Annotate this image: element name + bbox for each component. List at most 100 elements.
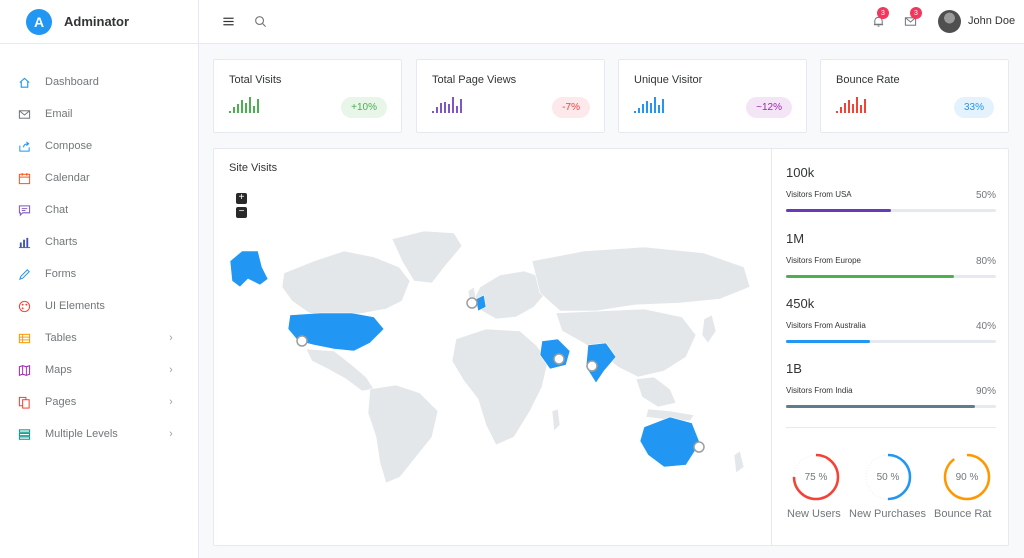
sidebar-item-email[interactable]: Email	[0, 98, 198, 130]
map-region-south-america	[367, 384, 439, 484]
sparkline-bar	[432, 111, 434, 113]
map-region-europe	[473, 270, 547, 320]
sparkline-bar	[452, 97, 454, 113]
stat-card-bounce-rate: Bounce Rate 33%	[820, 59, 1009, 133]
sidebar-item-label: Forms	[45, 268, 77, 280]
progress-fill	[786, 405, 975, 408]
sparkline-bar	[460, 99, 462, 113]
visit-value: 1B	[786, 361, 802, 376]
sidebar-item-label: Multiple Levels	[45, 428, 118, 440]
sparkline-bar	[440, 103, 442, 113]
sparkline-bar	[646, 101, 648, 113]
brand-logo-letter: A	[33, 13, 45, 30]
map-region-alaska	[229, 250, 269, 288]
sidebar-item-chat[interactable]: Chat	[0, 194, 198, 226]
sidebar-item-compose[interactable]: Compose	[0, 130, 198, 162]
progress-fill	[786, 275, 954, 278]
sparkline-bar	[864, 99, 866, 113]
sidebar-item-label: Dashboard	[45, 76, 99, 88]
sidebar-item-label: Compose	[45, 140, 93, 152]
sparkline-bar	[448, 104, 450, 113]
map-zoom-out-button[interactable]: −	[236, 207, 247, 218]
search-icon[interactable]	[252, 13, 268, 29]
avatar[interactable]	[938, 10, 961, 33]
donut-new-users: 75 %	[790, 451, 842, 503]
sidebar: A Adminator Dashboard Email Compose Cale…	[0, 0, 199, 558]
sidebar-item-forms[interactable]: Forms	[0, 258, 198, 290]
sparkline-bar	[456, 106, 458, 113]
visit-label: Visitors From India	[786, 386, 853, 395]
mail-icon	[17, 107, 31, 121]
map-region-asia	[555, 308, 697, 378]
divider	[786, 427, 996, 428]
sparkline-bar	[634, 111, 636, 113]
visitors-usa: 100k Visitors From USA 50%	[786, 165, 996, 212]
sparkline-bar	[840, 107, 842, 113]
sidebar-item-ui-elements[interactable]: UI Elements	[0, 290, 198, 322]
world-map[interactable]	[224, 221, 764, 491]
sparkline-bar	[249, 97, 251, 113]
map-region-russia	[531, 246, 751, 312]
map-marker-usa	[296, 335, 308, 347]
sparkline-bar	[638, 108, 640, 113]
sparkline-bar	[852, 104, 854, 113]
chevron-right-icon[interactable]: ›	[166, 332, 176, 344]
sidebar-item-maps[interactable]: Maps ›	[0, 354, 198, 386]
sparkline-bar	[860, 105, 862, 113]
sidebar-item-multiple-levels[interactable]: Multiple Levels ›	[0, 418, 198, 450]
sidebar-item-dashboard[interactable]: Dashboard	[0, 66, 198, 98]
chevron-right-icon[interactable]: ›	[166, 396, 176, 408]
map-region-africa	[451, 328, 549, 446]
sparkline-bar	[642, 104, 644, 113]
sidebar-item-pages[interactable]: Pages ›	[0, 386, 198, 418]
visit-value: 450k	[786, 296, 815, 311]
sidebar-item-tables[interactable]: Tables ›	[0, 322, 198, 354]
palette-icon	[17, 299, 31, 313]
map-marker-uk	[466, 297, 478, 309]
sidebar-item-label: Chat	[45, 204, 69, 216]
brand-logo: A	[26, 8, 52, 35]
calendar-icon	[17, 171, 31, 185]
progress-bar	[786, 275, 996, 278]
sparkline	[229, 97, 259, 113]
visit-percent: 80%	[975, 256, 996, 267]
user-name[interactable]: John Doe	[968, 15, 1015, 27]
site-visits-panel: Site Visits + − 100k Visitors From USA 5…	[213, 148, 1009, 546]
stat-card-total-visits: Total Visits +10%	[213, 59, 402, 133]
brand-name: Adminator	[64, 14, 129, 29]
visit-value: 1M	[786, 231, 805, 246]
brand[interactable]: A Adminator	[0, 0, 198, 44]
sidebar-item-charts[interactable]: Charts	[0, 226, 198, 258]
sparkline-bar	[654, 97, 656, 113]
stat-badge: ~12%	[746, 97, 792, 118]
table-icon	[17, 331, 31, 345]
sparkline-bar	[836, 111, 838, 113]
chevron-right-icon[interactable]: ›	[166, 428, 176, 440]
sparkline-bar	[233, 107, 235, 113]
share-icon	[17, 139, 31, 153]
visit-label: Visitors From USA	[786, 190, 852, 199]
stat-badge: 33%	[953, 97, 994, 118]
donut-caption: Bounce Rat	[934, 508, 992, 520]
donut-bounce-rate: 90 %	[941, 451, 993, 503]
sparkline	[432, 97, 462, 113]
menu-toggle-icon[interactable]	[220, 13, 236, 29]
map-zoom-in-button[interactable]: +	[236, 193, 247, 204]
stat-card-unique-visitor: Unique Visitor ~12%	[618, 59, 807, 133]
sidebar-item-label: Maps	[45, 364, 72, 376]
bar-chart-icon	[17, 235, 31, 249]
sidebar-item-calendar[interactable]: Calendar	[0, 162, 198, 194]
progress-bar	[786, 340, 996, 343]
map-region-canada	[281, 250, 411, 318]
map-region-japan	[701, 314, 717, 344]
sparkline-bar	[241, 100, 243, 113]
sparkline	[634, 97, 664, 113]
sparkline-bar	[245, 103, 247, 113]
stat-card-total-page-views: Total Page Views -7%	[416, 59, 605, 133]
progress-fill	[786, 340, 870, 343]
chevron-right-icon[interactable]: ›	[166, 364, 176, 376]
stat-badge: -7%	[552, 97, 590, 118]
donut-label: 50 %	[876, 471, 900, 483]
home-icon	[17, 75, 31, 89]
progress-fill	[786, 209, 891, 212]
